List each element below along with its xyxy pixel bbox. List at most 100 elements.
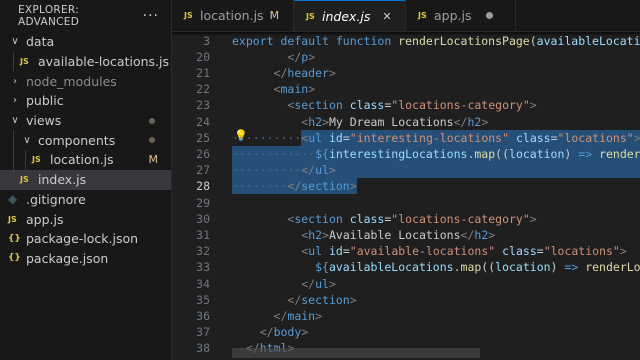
code-line[interactable]: 33 ${availableLocations.map((location) =… <box>172 259 640 275</box>
code-token: class <box>502 244 537 259</box>
code-text: </ul> <box>232 276 336 292</box>
code-token: (( <box>481 260 496 275</box>
code-text: </main> <box>232 308 323 324</box>
code-token: My Dream Locations <box>328 114 454 129</box>
code-line[interactable]: 22 <main> <box>172 81 640 97</box>
line-number: 20 <box>196 49 210 64</box>
code-line[interactable]: 30 <section class="locations-category"> <box>172 211 640 227</box>
unsaved-dot-icon[interactable] <box>485 12 493 19</box>
line-number: 31 <box>196 227 210 242</box>
code-text: ${availableLocations.map((location) => r… <box>232 259 640 275</box>
code-line[interactable]: 37 </body> <box>172 324 640 340</box>
chevron-down-icon[interactable]: ∨ <box>8 36 22 47</box>
tree-item-public[interactable]: › public <box>0 91 171 111</box>
line-number: 24 <box>196 114 210 129</box>
code-text: <section class="locations-category"> <box>232 97 536 113</box>
tree-item-available-locations-js[interactable]: JS available-locations.js <box>0 51 171 72</box>
code-text: <main> <box>232 81 316 97</box>
code-line[interactable]: 26 ············${interestingLocations.map… <box>172 146 640 162</box>
javascript-file-icon: JS <box>20 175 29 185</box>
tree-item-app-js[interactable]: JS app.js <box>0 209 171 229</box>
code-token: main <box>280 82 309 97</box>
code-token: </ <box>259 325 274 340</box>
code-token: > <box>308 49 316 64</box>
code-token: </ <box>301 163 316 178</box>
tree-item-label: data <box>25 34 55 50</box>
code-token: h2 <box>308 227 323 242</box>
code-text: ············${interestingLocations.map((… <box>232 146 640 162</box>
tree-item-node-modules[interactable]: › node_modules <box>0 71 171 91</box>
tree-item-label: package-lock.json <box>26 231 139 247</box>
code-line[interactable]: 28 ········</section> <box>172 178 640 194</box>
file-tree: ∨ data JS available-locations.js › node_mod… <box>0 32 171 268</box>
line-number: 23 <box>196 98 210 113</box>
code-line[interactable]: 29 <box>172 195 640 211</box>
tab-app-js[interactable]: JS app.js <box>406 0 516 31</box>
tree-item-data[interactable]: ∨ data <box>0 32 171 52</box>
tab-location-js[interactable]: JS location.js M <box>172 0 294 31</box>
close-icon[interactable]: ✕ <box>382 10 391 23</box>
indent-guide <box>13 130 14 151</box>
code-token: ul <box>308 130 323 145</box>
line-number: 35 <box>196 292 210 307</box>
code-token: h2 <box>474 227 489 242</box>
code-text: ··········<ul id="interesting-locations"… <box>232 130 640 146</box>
tree-item-components[interactable]: ∨ components <box>0 130 171 151</box>
code-token: </ <box>273 308 288 323</box>
git-modified-badge: M <box>269 9 280 22</box>
tree-item-views[interactable]: ∨ views <box>0 111 171 131</box>
code-line[interactable]: 36 </main> <box>172 308 640 324</box>
tree-item-index-js[interactable]: JS index.js <box>0 169 171 190</box>
code-token: renderLoca <box>585 260 640 275</box>
code-line[interactable]: 3 export default function renderLocations… <box>172 33 640 49</box>
code-token: id <box>328 130 343 145</box>
code-token: ul <box>308 244 323 259</box>
tree-item-location-js[interactable]: JS location.js M <box>0 150 171 170</box>
code-token: section <box>301 292 350 307</box>
code-token: > <box>301 325 309 340</box>
code-token: main <box>287 308 316 323</box>
tab-index-js[interactable]: JS index.js ✕ <box>294 0 406 31</box>
code-line[interactable]: 35 </section> <box>172 292 640 308</box>
code-line[interactable]: 34 </ul> <box>172 276 640 292</box>
chevron-right-icon[interactable]: › <box>8 95 22 106</box>
line-number: 29 <box>196 195 210 210</box>
code-token: ( <box>529 33 537 48</box>
tree-item-package-lock-json[interactable]: {} package-lock.json <box>0 229 171 249</box>
more-actions-icon[interactable]: ··· <box>143 8 159 24</box>
tree-item-label: components <box>37 132 116 148</box>
chevron-right-icon[interactable]: › <box>8 76 22 87</box>
code-token: h2 <box>308 114 323 129</box>
code-line[interactable]: 20 </p> <box>172 49 640 65</box>
code-token: > <box>328 276 336 291</box>
code-token: </ <box>287 292 302 307</box>
code-line[interactable]: 31 <h2>Available Locations</h2> <box>172 227 640 243</box>
code-text: export default function renderLocationsP… <box>232 33 640 49</box>
code-token: = <box>342 130 350 145</box>
explorer-sidebar: EXPLORER: ADVANCED ··· ∨ data JS available… <box>0 0 172 360</box>
horizontal-scrollbar[interactable] <box>232 348 480 358</box>
code-token: ul <box>315 276 329 291</box>
line-number: 27 <box>196 163 210 178</box>
code-token: > <box>481 114 489 129</box>
code-editor[interactable]: 3 export default function renderLocations… <box>172 32 640 360</box>
chevron-down-icon[interactable]: ∨ <box>20 135 34 146</box>
tree-item-label: node_modules <box>25 73 117 89</box>
tree-item-gitignore[interactable]: ◆ .gitignore <box>0 190 171 210</box>
code-token: > <box>619 244 627 259</box>
code-line[interactable]: 32 <ul id="available-locations" class="l… <box>172 243 640 259</box>
code-line[interactable]: 23 <section class="locations-category"> <box>172 97 640 113</box>
tree-item-package-json[interactable]: {} package.json <box>0 249 171 269</box>
lightbulb-icon[interactable]: 💡 <box>234 129 248 142</box>
chevron-down-icon[interactable]: ∨ <box>8 115 22 126</box>
code-line[interactable]: 21 </header> <box>172 65 640 81</box>
code-text: </p> <box>232 49 315 65</box>
code-line[interactable]: 27 ··········</ul> <box>172 162 640 178</box>
code-line[interactable]: 24 <h2>My Dream Locations</h2> <box>172 114 640 130</box>
